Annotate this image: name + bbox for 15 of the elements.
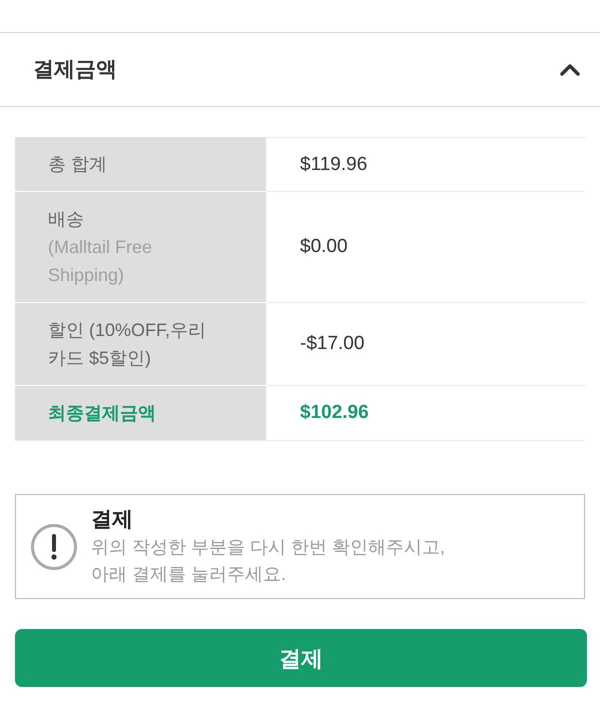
section-title: 결제금액 [33,56,117,83]
summary-label-note: (Malltail Free Shipping) [48,236,154,287]
summary-value: $0.00 [300,235,348,259]
summary-value: -$17.00 [300,332,364,356]
summary-label: 할인 (10%OFF,우리 카드 $5할인) [48,319,208,370]
summary-label: 배송 [48,208,85,231]
summary-label: 최종결제금액 [48,402,157,425]
pay-button[interactable]: 결제 [15,629,587,687]
summary-value: $119.96 [300,152,368,176]
summary-label: 총 합계 [48,153,108,176]
summary-value: $102.96 [300,401,369,425]
notice-title: 결제 [91,506,134,532]
chevron-up-icon[interactable] [560,64,580,76]
exclamation-circle-icon [31,524,77,570]
notice-message: 위의 작성한 부분을 다시 한번 확인해주시고, 아래 결제를 눌러주세요. [91,536,446,586]
